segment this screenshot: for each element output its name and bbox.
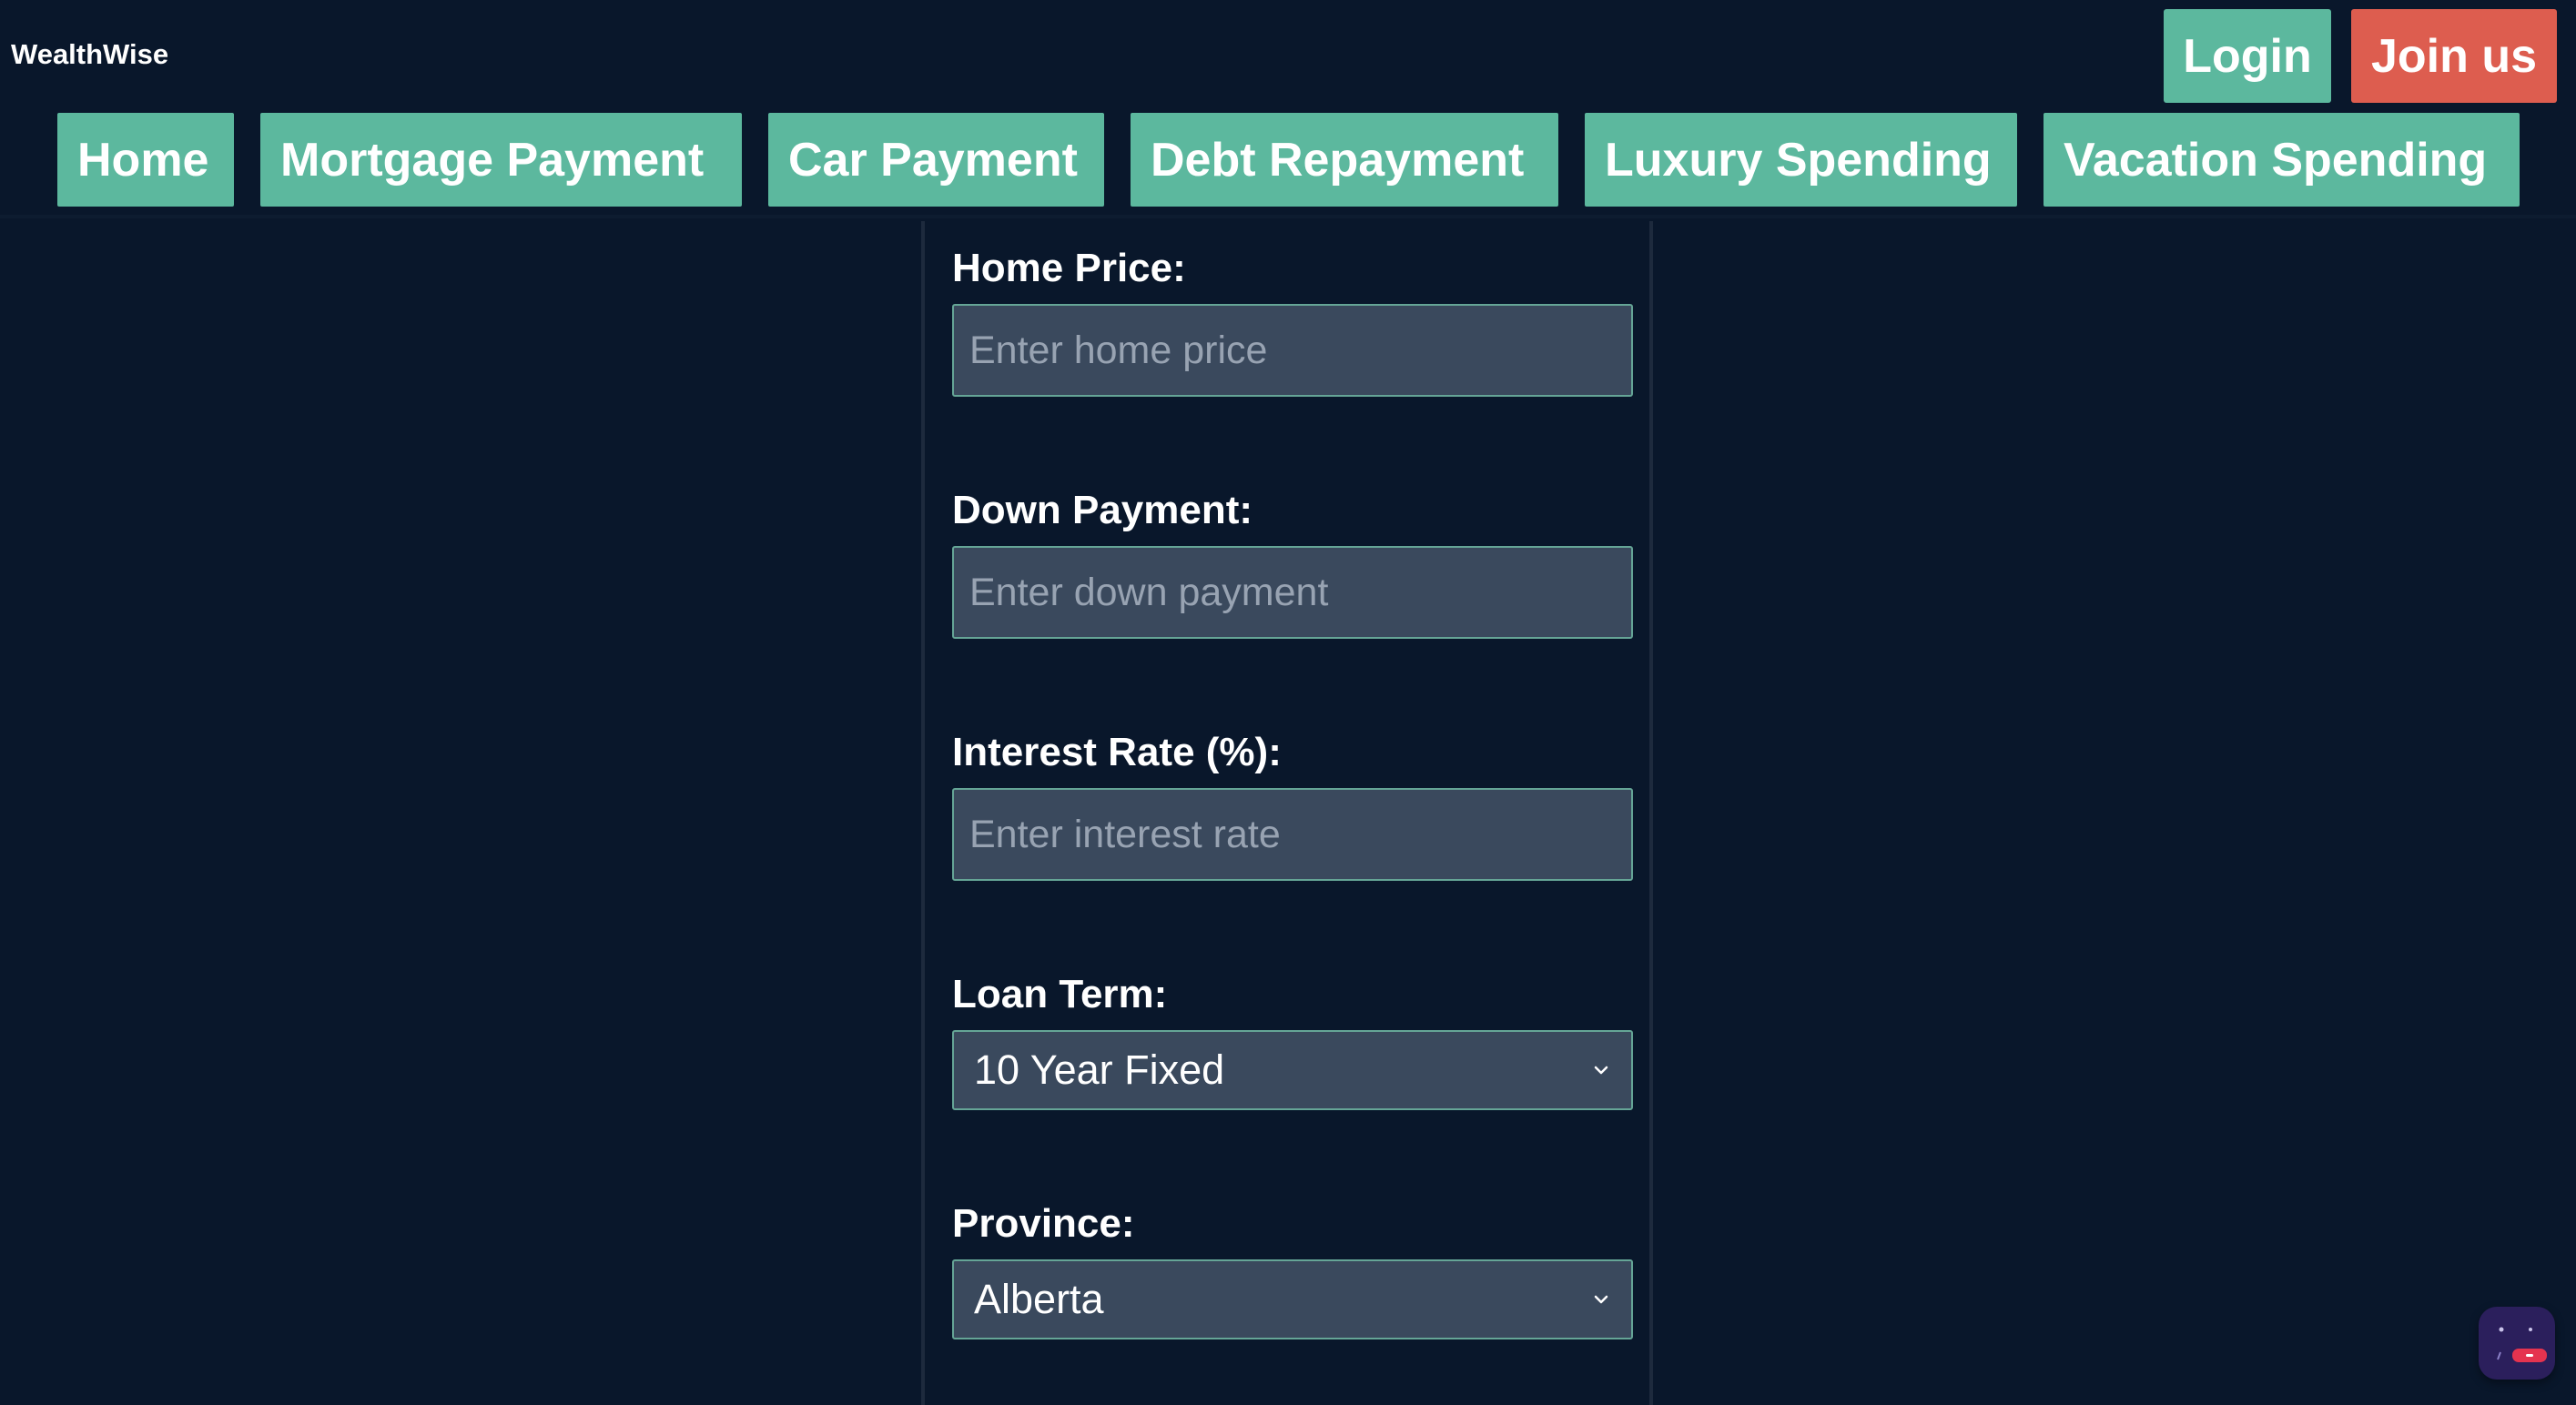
nav-item-vacation-spending[interactable]: Vacation Spending (2044, 113, 2520, 207)
province-select[interactable]: Alberta (952, 1259, 1633, 1339)
down-payment-label: Down Payment: (952, 488, 1253, 532)
home-price-input[interactable] (952, 304, 1633, 397)
province-selected-value: Alberta (974, 1276, 1104, 1322)
nav-item-home[interactable]: Home (57, 113, 234, 207)
nav-item-mortgage-payment[interactable]: Mortgage Payment (260, 113, 742, 207)
login-button[interactable]: Login (2164, 9, 2331, 103)
chevron-down-icon (1591, 1060, 1611, 1080)
main-nav: Home Mortgage Payment Car Payment Debt R… (57, 113, 2520, 207)
interest-rate-input[interactable] (952, 788, 1633, 881)
province-label: Province: (952, 1201, 1135, 1246)
nav-item-debt-repayment[interactable]: Debt Repayment (1131, 113, 1558, 207)
chat-assistant-icon[interactable] (2479, 1307, 2555, 1380)
loan-term-label: Loan Term: (952, 972, 1168, 1016)
interest-rate-label: Interest Rate (%): (952, 730, 1282, 774)
nav-item-car-payment[interactable]: Car Payment (768, 113, 1104, 207)
mortgage-form: Home Price: Down Payment: Interest Rate … (921, 221, 1653, 1405)
join-us-button[interactable]: Join us (2351, 9, 2557, 103)
brand-logo-text[interactable]: WealthWise (11, 38, 168, 71)
site-header: WealthWise Login Join us Home Mortgage P… (0, 0, 2576, 218)
loan-term-select[interactable]: 10 Year Fixed (952, 1030, 1633, 1110)
down-payment-input[interactable] (952, 546, 1633, 639)
loan-term-selected-value: 10 Year Fixed (974, 1046, 1225, 1093)
nav-item-luxury-spending[interactable]: Luxury Spending (1585, 113, 2017, 207)
header-divider (0, 215, 2576, 218)
auth-buttons: Login Join us (2164, 9, 2557, 103)
home-price-label: Home Price: (952, 246, 1186, 290)
chevron-down-icon (1591, 1289, 1611, 1309)
